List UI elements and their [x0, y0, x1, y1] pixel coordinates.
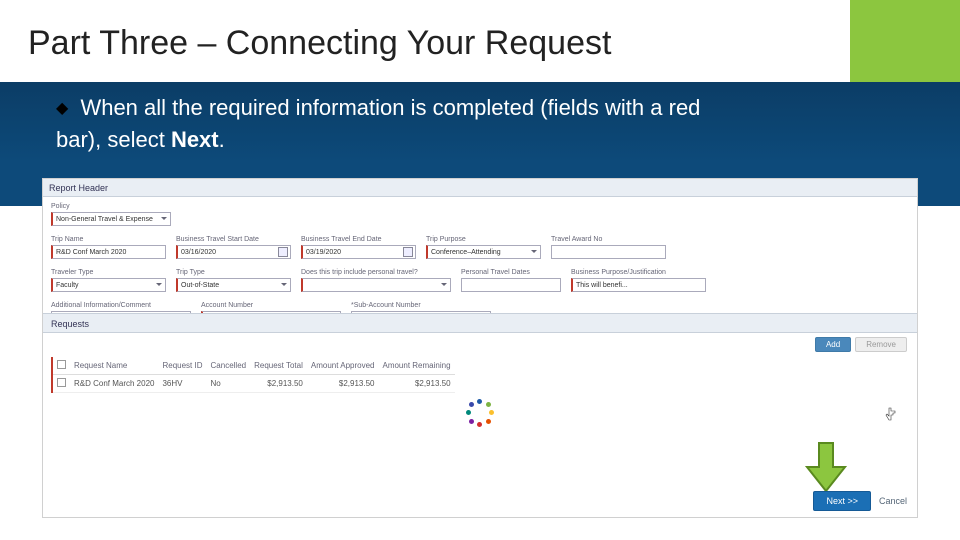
personal-dates-input[interactable]: [461, 278, 561, 292]
trip-name-label: Trip Name: [51, 236, 166, 243]
start-date-input[interactable]: 03/16/2020: [176, 245, 291, 259]
table-header-row: Request Name Request ID Cancelled Reques…: [52, 357, 455, 375]
slide-title: Part Three – Connecting Your Request: [28, 24, 611, 63]
add-button[interactable]: Add: [815, 337, 851, 352]
col-request-name: Request Name: [70, 357, 158, 375]
travel-award-label: Travel Award No: [551, 236, 666, 243]
callout-arrow-icon: [803, 441, 849, 493]
cell-request-total: $2,913.50: [250, 375, 307, 393]
next-button[interactable]: Next >>: [813, 491, 871, 511]
loading-spinner-icon: [466, 399, 494, 427]
requests-table: Request Name Request ID Cancelled Reques…: [51, 357, 455, 393]
trip-purpose-label: Trip Purpose: [426, 236, 541, 243]
business-purpose-label: Business Purpose/Justification: [571, 269, 706, 276]
trip-type-label: Trip Type: [176, 269, 291, 276]
col-cancelled: Cancelled: [207, 357, 251, 375]
start-date-label: Business Travel Start Date: [176, 236, 291, 243]
personal-dates-label: Personal Travel Dates: [461, 269, 561, 276]
business-purpose-input[interactable]: This will benefi...: [571, 278, 706, 292]
col-request-total: Request Total: [250, 357, 307, 375]
personal-travel-select[interactable]: [301, 278, 451, 292]
bullet-icon: ◆: [56, 100, 68, 117]
col-amount-remaining: Amount Remaining: [378, 357, 454, 375]
embedded-screenshot: Report Header Policy Non-General Travel …: [42, 178, 918, 518]
bullet-bold: Next: [171, 127, 219, 152]
end-date-label: Business Travel End Date: [301, 236, 416, 243]
row-checkbox[interactable]: [57, 378, 66, 387]
calendar-icon[interactable]: [403, 247, 413, 257]
travel-award-input[interactable]: [551, 245, 666, 259]
bullet-period: .: [219, 127, 225, 152]
pointer-cursor-icon: [885, 407, 897, 421]
sub-account-label: *Sub-Account Number: [351, 302, 491, 309]
cell-request-id: 36HV: [158, 375, 206, 393]
end-date-input[interactable]: 03/19/2020: [301, 245, 416, 259]
bullet-text-2: bar), select: [56, 127, 171, 152]
account-number-label: Account Number: [201, 302, 341, 309]
policy-label: Policy: [51, 203, 171, 210]
select-all-checkbox[interactable]: [57, 360, 66, 369]
bullet-text-1: all the required information is complete…: [138, 95, 701, 120]
traveler-type-select[interactable]: Faculty: [51, 278, 166, 292]
cell-request-name: R&D Conf March 2020: [70, 375, 158, 393]
accent-bar: [850, 0, 960, 82]
col-request-id: Request ID: [158, 357, 206, 375]
personal-travel-label: Does this trip include personal travel?: [301, 269, 451, 276]
bullet-lead: When: [80, 95, 137, 120]
trip-name-input[interactable]: R&D Conf March 2020: [51, 245, 166, 259]
calendar-icon[interactable]: [278, 247, 288, 257]
col-amount-approved: Amount Approved: [307, 357, 379, 375]
footer-buttons: Next >> Cancel: [813, 491, 907, 511]
cell-amount-approved: $2,913.50: [307, 375, 379, 393]
report-header-bar: Report Header: [43, 179, 917, 197]
slide-bullet: ◆ When all the required information is c…: [56, 92, 920, 156]
table-row[interactable]: R&D Conf March 2020 36HV No $2,913.50 $2…: [52, 375, 455, 393]
cancel-link[interactable]: Cancel: [879, 496, 907, 506]
cell-cancelled: No: [207, 375, 251, 393]
traveler-type-label: Traveler Type: [51, 269, 166, 276]
requests-section-header: Requests: [43, 313, 917, 333]
cell-amount-remaining: $2,913.50: [378, 375, 454, 393]
trip-type-select[interactable]: Out-of-State: [176, 278, 291, 292]
remove-button[interactable]: Remove: [855, 337, 907, 352]
policy-select[interactable]: Non-General Travel & Expense: [51, 212, 171, 226]
trip-purpose-select[interactable]: Conference–Attending: [426, 245, 541, 259]
additional-info-label: Additional Information/Comment: [51, 302, 191, 309]
